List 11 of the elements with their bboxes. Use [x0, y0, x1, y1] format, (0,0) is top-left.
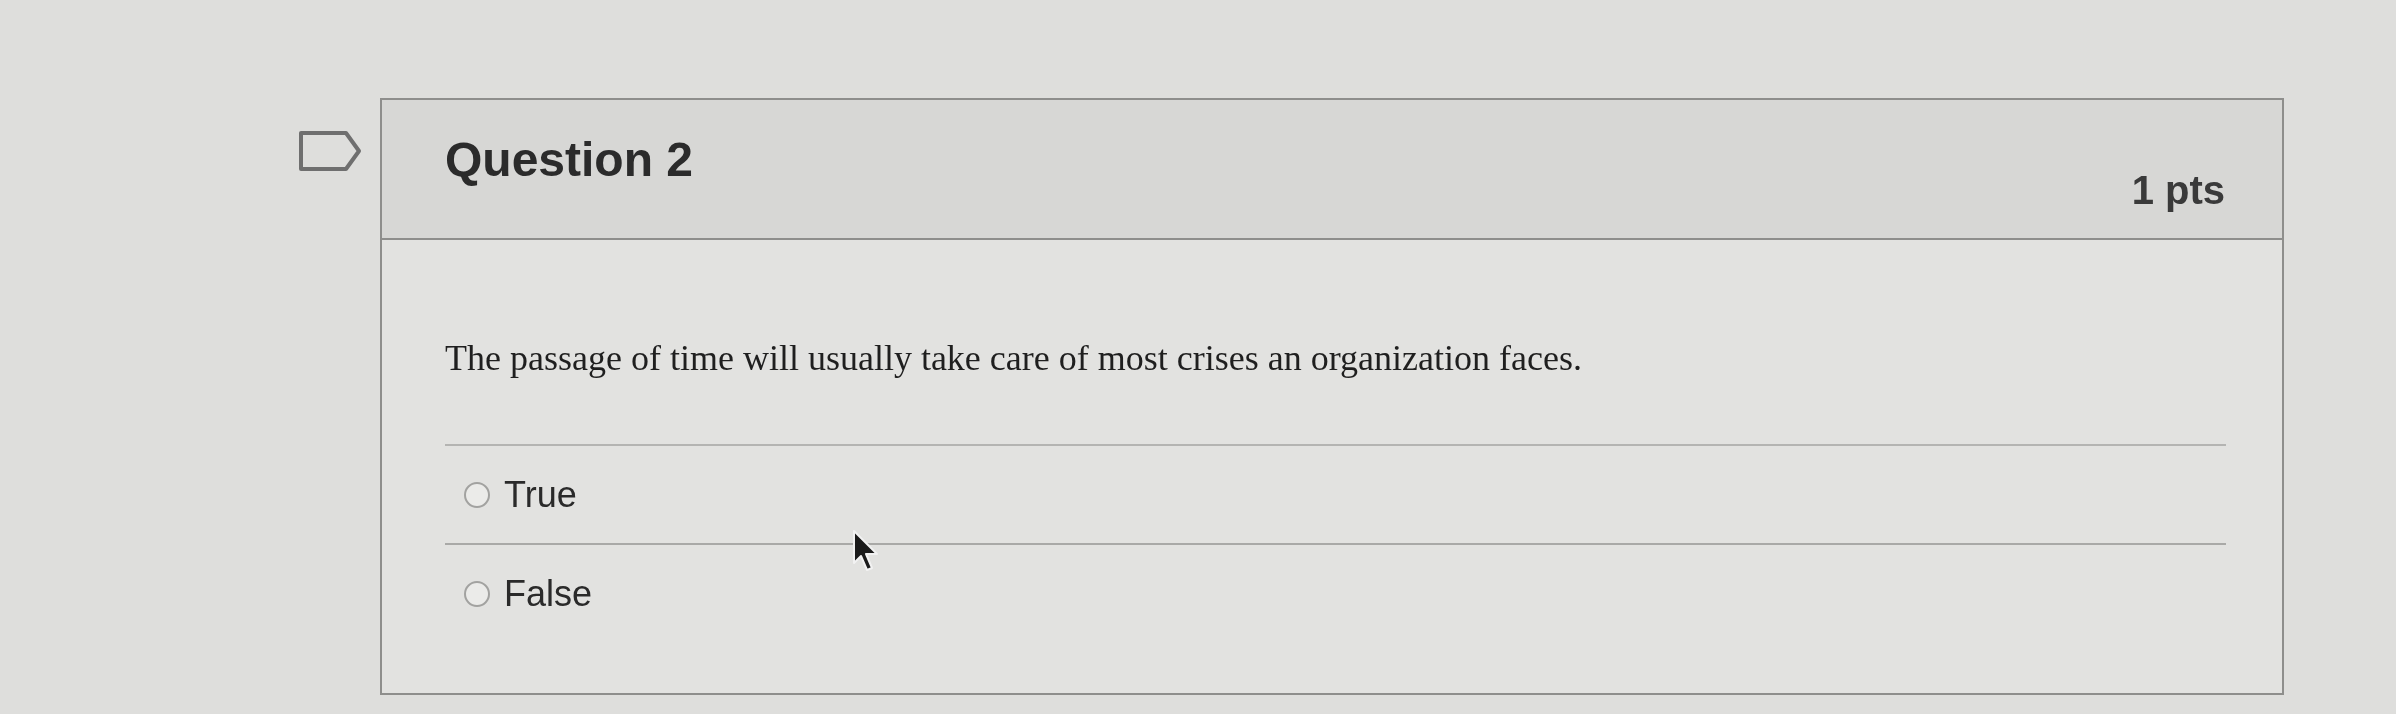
answer-option[interactable]: False [445, 545, 593, 642]
mouse-pointer-icon [852, 529, 880, 573]
bookmark-icon[interactable] [298, 130, 362, 172]
answer-option[interactable]: True [445, 446, 577, 543]
radio-button[interactable] [464, 580, 490, 607]
radio-button[interactable] [464, 481, 490, 508]
points-label: 1 pts [2131, 167, 2225, 214]
answer-label: False [504, 571, 593, 616]
question-text: The passage of time will usually take care of most crises an organization faces. [445, 337, 1583, 380]
answer-label: True [504, 472, 577, 517]
question-title: Question 2 [445, 132, 694, 188]
